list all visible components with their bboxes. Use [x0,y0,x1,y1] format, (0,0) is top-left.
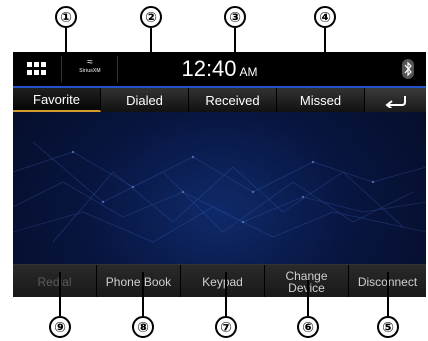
list-area [13,112,426,262]
clock-ampm: AM [239,65,258,79]
tab-dialed[interactable]: Dialed [101,88,189,112]
phone-screen: ≈ SiriusXM 12:40 AM Favorite Dialed Recei… [13,52,426,297]
redial-button[interactable]: Redial [13,265,97,297]
callout-7: ⑦ [215,316,237,338]
callout-4: ④ [314,6,336,28]
back-arrow-icon [384,96,406,108]
callout-7-leader [225,272,227,318]
background-pattern [13,141,426,243]
back-button[interactable] [365,88,426,112]
tab-favorite[interactable]: Favorite [13,88,101,112]
callout-9: ⑨ [49,316,71,338]
callout-8: ⑧ [132,316,154,338]
keypad-button[interactable]: Keypad [181,265,265,297]
callout-8-leader [142,272,144,318]
status-bar: ≈ SiriusXM 12:40 AM [13,52,426,86]
callout-6-leader [307,280,309,318]
callout-3: ③ [224,6,246,28]
clock-time: 12:40 [181,56,237,81]
bottom-function-bar: Redial Phone Book Keypad Change Device D… [13,264,426,297]
callout-2: ② [140,6,162,28]
phone-book-button[interactable]: Phone Book [97,265,181,297]
callout-1: ① [55,6,77,28]
tab-missed[interactable]: Missed [277,88,365,112]
callout-5: ⑤ [377,316,399,338]
bluetooth-icon [402,59,414,79]
callout-6: ⑥ [297,316,319,338]
callout-5-leader [387,272,389,318]
call-history-tabs: Favorite Dialed Received Missed [13,88,426,112]
callout-9-leader [59,272,61,318]
clock: 12:40 AM [13,56,426,82]
tab-received[interactable]: Received [189,88,277,112]
